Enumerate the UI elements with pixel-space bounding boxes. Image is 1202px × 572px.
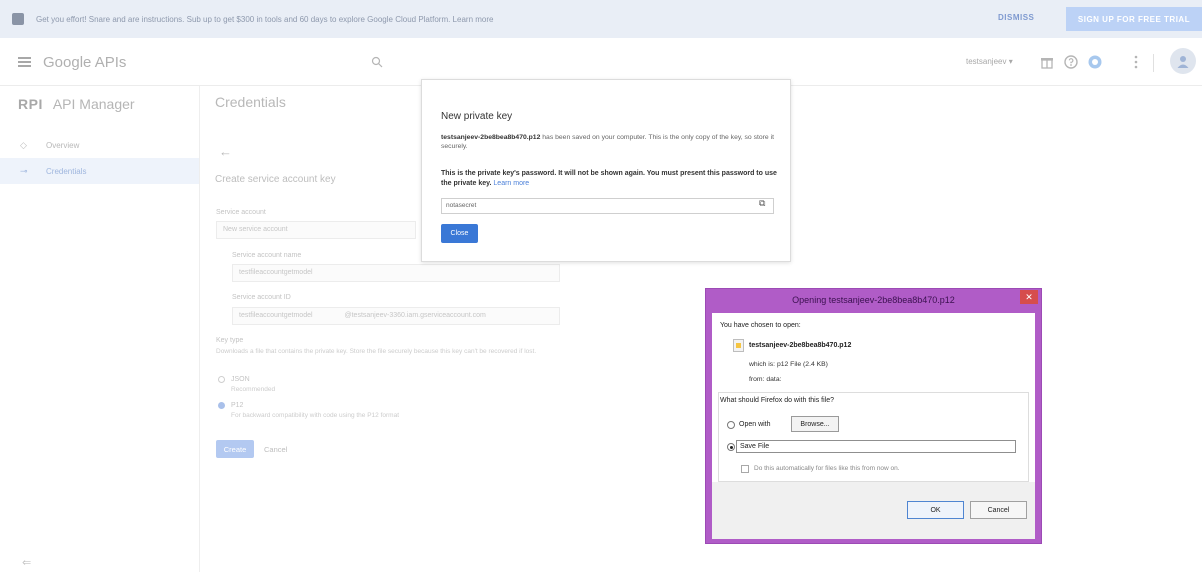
sidebar-item-label: Overview [46, 140, 80, 150]
cancel-button[interactable]: Cancel [970, 501, 1027, 519]
dialog-title: New private key [441, 111, 513, 122]
key-filename: testsanjeev-2be8bea8b470.p12 [441, 134, 541, 141]
dialog-body: You have chosen to open: testsanjeev-2be… [712, 313, 1035, 539]
firefox-download-dialog: Opening testsanjeev-2be8bea8b470.p12 ✕ Y… [705, 288, 1042, 544]
search-icon[interactable] [371, 56, 383, 68]
sidebar: RPI API Manager ◇ Overview ⊸ Credentials … [0, 86, 200, 572]
key-type-label: Key type [216, 337, 244, 344]
account-avatar[interactable] [1170, 48, 1196, 74]
password-field[interactable]: notasecret [441, 198, 774, 214]
promo-banner: Get you effort! Snare and are instructio… [0, 0, 1202, 38]
header-divider [1153, 54, 1154, 72]
more-icon[interactable] [1128, 54, 1144, 70]
do-automatically-checkbox[interactable] [741, 465, 749, 473]
dialog-titlebar[interactable]: Opening testsanjeev-2be8bea8b470.p12 ✕ [706, 289, 1041, 311]
learn-more-link[interactable]: Learn more [493, 180, 529, 187]
form-heading: Create service account key [215, 174, 336, 185]
service-account-id-label: Service account ID [232, 294, 291, 301]
service-account-name-label: Service account name [232, 252, 302, 259]
ok-button[interactable]: OK [907, 501, 964, 519]
service-account-id-value: testfileaccountgetmodel [239, 312, 313, 319]
product-title: RPI API Manager [18, 96, 135, 112]
p12-label: P12 [231, 402, 244, 409]
password-warning: This is the private key's password. It w… [441, 169, 786, 189]
cancel-button[interactable]: Cancel [264, 445, 287, 454]
product-name: API Manager [52, 96, 135, 112]
service-account-id-input[interactable]: testfileaccountgetmodel @testsanjeev-336… [232, 307, 560, 325]
api-manager-badge: RPI [18, 96, 43, 112]
password-warning-text: This is the private key's password. It w… [441, 170, 777, 187]
sidebar-item-credentials[interactable]: ⊸ Credentials [0, 158, 199, 184]
action-question: What should Firefox do with this file? [720, 397, 837, 404]
collapse-sidebar-icon[interactable]: ⇐ [22, 556, 31, 569]
p12-radio[interactable] [218, 402, 225, 409]
file-icon [733, 339, 744, 352]
create-button[interactable]: Create [216, 440, 254, 458]
notifications-icon[interactable] [1087, 54, 1103, 70]
service-account-select[interactable]: New service account [216, 221, 416, 239]
account-icon [1177, 56, 1189, 68]
signup-free-trial-button[interactable]: SIGN UP FOR FREE TRIAL [1066, 7, 1202, 31]
menu-icon[interactable] [18, 57, 31, 67]
google-apis-logo[interactable]: Google APIs [43, 54, 126, 71]
project-selector[interactable]: testsanjeev ▾ [966, 57, 1013, 66]
page-title: Credentials [215, 94, 286, 110]
json-description: Recommended [231, 386, 276, 393]
dismiss-button[interactable]: DISMISS [998, 13, 1034, 22]
close-button[interactable]: Close [441, 224, 478, 243]
file-source-text: from: data: [749, 376, 782, 383]
sidebar-item-label: Credentials [46, 166, 87, 176]
gift-icon[interactable] [1039, 54, 1055, 70]
key-icon: ⊸ [20, 165, 28, 176]
open-with-radio[interactable] [727, 421, 735, 429]
service-account-label: Service account [216, 209, 266, 216]
diamond-icon: ◇ [20, 139, 27, 150]
new-private-key-dialog: New private key testsanjeev-2be8bea8b470… [421, 79, 791, 262]
save-file-radio[interactable] [727, 443, 735, 451]
browse-button[interactable]: Browse... [791, 416, 839, 432]
copy-icon[interactable]: ⧉ [759, 198, 765, 209]
p12-description: For backward compatibility with code usi… [231, 412, 399, 419]
do-automatically-label: Do this automatically for files like thi… [754, 465, 900, 472]
download-filename: testsanjeev-2be8bea8b470.p12 [749, 342, 852, 349]
saved-notice: testsanjeev-2be8bea8b470.p12 has been sa… [441, 133, 781, 151]
file-type-text: which is: p12 File (2.4 KB) [749, 361, 828, 368]
back-arrow-icon[interactable]: ← [219, 144, 232, 159]
dialog-title: Opening testsanjeev-2be8bea8b470.p12 [792, 295, 955, 305]
help-icon[interactable] [1063, 54, 1079, 70]
open-with-label[interactable]: Open with [739, 421, 771, 428]
key-type-description: Downloads a file that contains the priva… [216, 348, 537, 355]
chosen-to-open-text: You have chosen to open: [720, 322, 801, 329]
json-label: JSON [231, 376, 250, 383]
json-radio[interactable] [218, 376, 225, 383]
service-account-name-input[interactable]: testfileaccountgetmodel [232, 264, 560, 282]
sidebar-item-overview[interactable]: ◇ Overview [0, 132, 199, 158]
save-file-option[interactable]: Save File [736, 440, 1016, 453]
service-account-id-suffix: @testsanjeev-3360.iam.gserviceaccount.co… [344, 312, 486, 319]
banner-text: Get you effort! Snare and are instructio… [36, 14, 494, 24]
info-icon [12, 13, 24, 25]
window-close-button[interactable]: ✕ [1020, 290, 1038, 304]
